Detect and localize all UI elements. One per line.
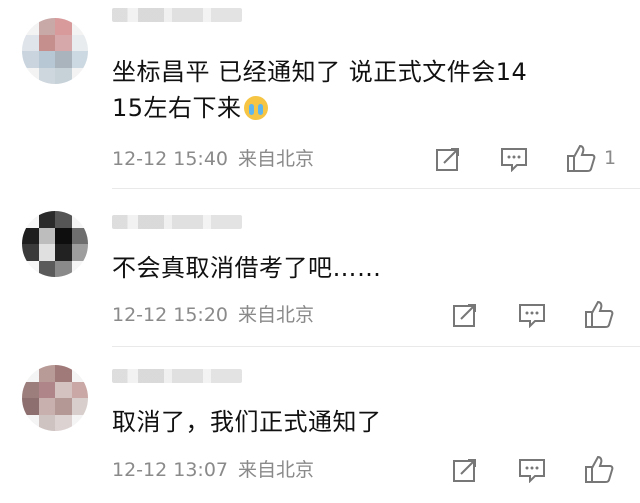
avatar-mosaic-cell (55, 398, 72, 415)
avatar-mosaic-cell (71, 365, 88, 382)
comment-location: 来自北京 (238, 304, 315, 326)
avatar-mosaic-cell (55, 51, 72, 68)
avatar-mosaic-cell (22, 244, 39, 261)
avatar-mosaic-cell (22, 67, 39, 84)
comment-text: 坐标昌平 已经通知了 说正式文件会14 15左右下来 (112, 54, 612, 126)
avatar-mosaic-cell (38, 34, 55, 51)
avatar-mosaic-cell (22, 18, 39, 35)
comment-text-line: 15左右下来 (112, 90, 612, 126)
avatar-mosaic-cell (55, 260, 72, 277)
avatar-mosaic-cell (71, 414, 88, 431)
avatar-mosaic-cell (71, 244, 88, 261)
avatar-mosaic-cell (22, 227, 39, 244)
avatar[interactable] (22, 365, 88, 431)
avatar-mosaic-cell (38, 381, 55, 398)
comment-time: 12-12 13:07 (112, 459, 229, 481)
avatar-mosaic-cell (38, 18, 55, 35)
comment-item-3: 取消了，我们正式通知了 12-12 13:07 来自北京 (0, 347, 640, 503)
avatar-mosaic-cell (55, 67, 72, 84)
avatar-mosaic-cell (38, 51, 55, 68)
username-blurred[interactable] (112, 8, 242, 22)
comment-item-1: 坐标昌平 已经通知了 说正式文件会14 15左右下来 12-12 15:40 来… (0, 0, 640, 188)
avatar-mosaic-cell (55, 211, 72, 228)
avatar-mosaic-cell (38, 398, 55, 415)
avatar-mosaic-cell (38, 365, 55, 382)
username-blurred[interactable] (112, 215, 242, 229)
avatar-mosaic-cell (71, 67, 88, 84)
comment-text: 取消了，我们正式通知了 (112, 404, 612, 440)
avatar-mosaic-cell (55, 227, 72, 244)
avatar-mosaic-cell (55, 34, 72, 51)
share-icon[interactable] (435, 146, 461, 172)
comment-item-2: 不会真取消借考了吧…… 12-12 15:20 来自北京 (0, 189, 640, 347)
avatar-mosaic-cell (71, 34, 88, 51)
avatar-mosaic-cell (22, 365, 39, 382)
avatar-mosaic-cell (22, 381, 39, 398)
avatar-mosaic-cell (71, 260, 88, 277)
avatar-mosaic-cell (55, 381, 72, 398)
comment-text: 不会真取消借考了吧…… (112, 250, 612, 286)
comment-text-line: 取消了，我们正式通知了 (112, 408, 382, 436)
avatar[interactable] (22, 211, 88, 277)
avatar-mosaic-cell (22, 414, 39, 431)
like-icon[interactable] (566, 143, 596, 173)
avatar-mosaic-cell (71, 227, 88, 244)
avatar-mosaic-cell (38, 211, 55, 228)
avatar-mosaic-cell (55, 414, 72, 431)
like-count: 1 (604, 147, 617, 169)
comment-time: 12-12 15:20 (112, 304, 229, 326)
comment-meta: 12-12 15:20 来自北京 (112, 304, 314, 326)
avatar-mosaic-cell (71, 398, 88, 415)
avatar[interactable] (22, 18, 88, 84)
comment-location: 来自北京 (238, 148, 315, 170)
like-icon[interactable] (584, 454, 614, 484)
comment-icon[interactable] (500, 146, 528, 172)
avatar-mosaic-cell (38, 244, 55, 261)
avatar-mosaic-cell (71, 381, 88, 398)
comment-time: 12-12 15:40 (112, 148, 229, 170)
avatar-mosaic-cell (55, 365, 72, 382)
username-blurred[interactable] (112, 369, 242, 383)
avatar-mosaic-cell (22, 260, 39, 277)
avatar-mosaic-cell (22, 398, 39, 415)
avatar-mosaic-cell (22, 34, 39, 51)
comment-meta: 12-12 15:40 来自北京 (112, 148, 314, 170)
avatar-mosaic-cell (38, 67, 55, 84)
avatar-mosaic-cell (71, 211, 88, 228)
comment-text-line-2: 15左右下来 (112, 94, 242, 122)
avatar-mosaic-cell (38, 227, 55, 244)
comment-icon[interactable] (518, 302, 546, 328)
avatar-mosaic-cell (55, 18, 72, 35)
avatar-mosaic-cell (38, 414, 55, 431)
comment-text-line: 坐标昌平 已经通知了 说正式文件会14 (112, 58, 528, 86)
avatar-mosaic-cell (55, 244, 72, 261)
avatar-mosaic-cell (71, 51, 88, 68)
share-icon[interactable] (452, 457, 478, 483)
avatar-mosaic-cell (22, 211, 39, 228)
avatar-mosaic-cell (38, 260, 55, 277)
avatar-mosaic-cell (22, 51, 39, 68)
like-icon[interactable] (584, 299, 614, 329)
share-icon[interactable] (452, 302, 478, 328)
comment-text-line: 不会真取消借考了吧…… (112, 254, 382, 282)
crying-emoji-icon (243, 96, 268, 120)
comment-meta: 12-12 13:07 来自北京 (112, 459, 314, 481)
comment-icon[interactable] (518, 457, 546, 483)
avatar-mosaic-cell (71, 18, 88, 35)
comment-location: 来自北京 (238, 459, 315, 481)
